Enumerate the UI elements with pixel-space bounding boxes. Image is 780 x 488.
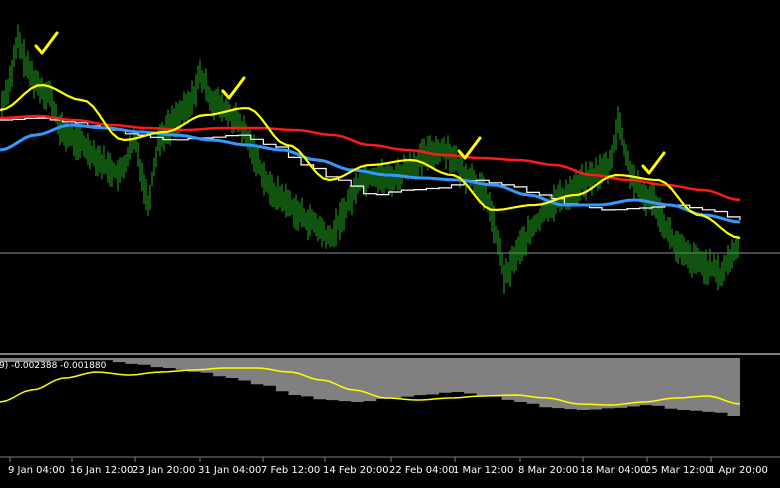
time-label: 18 Mar 04:00 (580, 465, 647, 476)
time-axis-ticks (9, 457, 712, 462)
chart-window[interactable]: 9) -0.002388 -0.001880 9 Jan 04:00 16 Ja… (0, 0, 780, 488)
time-label: 22 Feb 04:00 (389, 465, 455, 476)
time-label: 25 Mar 12:00 (645, 465, 712, 476)
time-label: 1 Mar 12:00 (453, 465, 513, 476)
time-label: 7 Feb 12:00 (261, 465, 320, 476)
time-label: 14 Feb 20:00 (323, 465, 389, 476)
indicator-header: 9) -0.002388 -0.001880 (0, 361, 107, 371)
time-axis: 9 Jan 04:00 16 Jan 12:00 23 Jan 20:00 31… (8, 465, 768, 476)
time-label: 9 Jan 04:00 (8, 465, 65, 476)
time-label: 8 Mar 20:00 (518, 465, 578, 476)
time-label: 31 Jan 04:00 (198, 465, 261, 476)
chart-canvas[interactable]: 9) -0.002388 -0.001880 9 Jan 04:00 16 Ja… (0, 0, 780, 488)
time-label: 23 Jan 20:00 (132, 465, 195, 476)
time-label: 1 Apr 20:00 (709, 465, 768, 476)
time-label: 16 Jan 12:00 (70, 465, 133, 476)
